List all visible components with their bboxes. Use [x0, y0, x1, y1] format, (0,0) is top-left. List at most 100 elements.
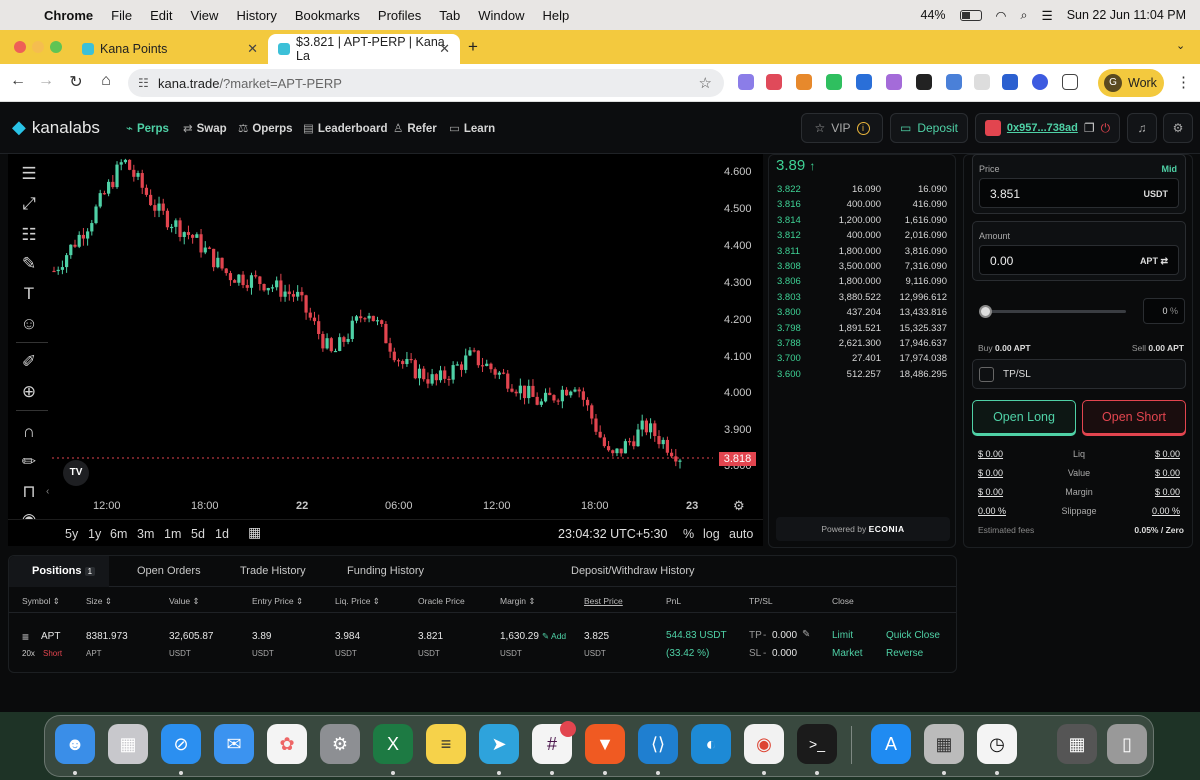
window-zoom-button[interactable] — [50, 41, 62, 53]
col-margin[interactable]: Margin ⇕ — [500, 596, 535, 607]
tpsl-checkbox[interactable] — [979, 367, 994, 382]
terminal-icon[interactable]: >_ — [797, 724, 837, 764]
extension-icon[interactable] — [886, 74, 902, 90]
wallet-address[interactable]: 0x957...738ad — [1007, 122, 1078, 134]
price-input[interactable]: 3.851 USDT — [979, 178, 1179, 208]
battery-icon[interactable] — [959, 9, 982, 21]
nav-leaderboard[interactable]: ▤ Leaderboard — [303, 121, 388, 135]
fib-tool-icon[interactable]: ☷ — [18, 225, 40, 245]
menu-file[interactable]: File — [111, 8, 132, 23]
amount-unit-toggle[interactable]: APT ⇄ — [1140, 256, 1168, 267]
amount-slider-thumb[interactable] — [979, 305, 992, 318]
nav-learn[interactable]: ▭ Learn — [449, 121, 495, 135]
mid-price-button[interactable]: Mid — [1162, 164, 1178, 174]
control-center-icon[interactable]: ☰ — [1041, 8, 1052, 23]
launchpad-icon[interactable]: ▦ — [108, 724, 148, 764]
menu-window[interactable]: Window — [478, 8, 524, 23]
col-symbol[interactable]: Symbol ⇕ — [22, 596, 60, 607]
auto-toggle[interactable]: auto — [729, 527, 753, 541]
amount-input[interactable]: 0.00 APT ⇄ — [979, 245, 1179, 275]
tab-trade-history[interactable]: Trade History — [240, 565, 306, 577]
metamask-extension-icon[interactable] — [796, 74, 812, 90]
window-minimize-button[interactable] — [32, 41, 44, 53]
percent-toggle[interactable]: % — [683, 527, 694, 541]
orderbook-row[interactable]: 3.788 2,621.300 17,946.637 — [769, 338, 957, 354]
app-store-icon[interactable]: A — [871, 724, 911, 764]
nav-perps[interactable]: ⌁ Perps — [126, 121, 169, 135]
menu-bookmarks[interactable]: Bookmarks — [295, 8, 360, 23]
close-market-button[interactable]: Market — [832, 648, 863, 659]
menu-view[interactable]: View — [190, 8, 218, 23]
wifi-icon[interactable]: ◠ — [996, 8, 1007, 23]
notes-icon[interactable]: ≡ — [426, 724, 466, 764]
crosshair-lines-icon[interactable]: ☰ — [18, 164, 40, 184]
trend-line-icon[interactable]: ⤢ — [18, 194, 40, 214]
orderbook-row[interactable]: 3.811 1,800.000 3,816.090 — [769, 246, 957, 262]
orderbook-row[interactable]: 3.816 400.000 416.090 — [769, 199, 957, 215]
extension-icon[interactable] — [826, 74, 842, 90]
bookmark-star-icon[interactable]: ☆ — [699, 74, 712, 92]
tpsl-toggle[interactable]: TP/SL — [972, 359, 1186, 389]
reload-icon[interactable]: ↻ — [66, 72, 86, 92]
orderbook-row[interactable]: 3.800 437.204 13,433.816 — [769, 307, 957, 323]
kanalabs-logo[interactable]: ◆ kanalabs — [12, 117, 100, 138]
orderbook-row[interactable]: 3.798 1,891.521 15,325.337 — [769, 323, 957, 339]
chart-settings-gear-icon[interactable]: ⚙ — [733, 498, 745, 514]
lock-pencil-icon[interactable]: ✏ — [18, 452, 40, 472]
range-1m[interactable]: 1m — [164, 527, 181, 541]
disconnect-power-icon[interactable]: ⏻ — [1101, 121, 1111, 136]
col-size[interactable]: Size ⇕ — [86, 596, 112, 607]
finder-icon[interactable]: ☻ — [55, 724, 95, 764]
zoom-in-icon[interactable]: ⊕ — [18, 382, 40, 402]
col-entry-price[interactable]: Entry Price ⇕ — [252, 596, 303, 607]
calculator-icon[interactable]: ▦ — [924, 724, 964, 764]
deposit-button[interactable]: ▭ Deposit — [890, 113, 968, 143]
open-short-button[interactable]: Open Short — [1082, 400, 1186, 434]
browser-tab-apt-perp[interactable]: $3.821 | APT-PERP | Kana La ✕ — [268, 34, 460, 64]
mail-icon[interactable]: ✉ — [214, 724, 254, 764]
trash-icon[interactable]: ▯ — [1107, 724, 1147, 764]
extension-icon[interactable] — [856, 74, 872, 90]
extension-icon[interactable] — [916, 74, 932, 90]
photos-icon[interactable]: ✿ — [267, 724, 307, 764]
safari-icon[interactable]: ⊘ — [161, 724, 201, 764]
notifications-bell-icon[interactable]: ♫ — [1127, 113, 1157, 143]
log-toggle[interactable]: log — [703, 527, 720, 541]
spotlight-icon[interactable]: ⌕ — [1020, 8, 1027, 23]
extension-icon[interactable] — [1032, 74, 1048, 90]
menu-tab[interactable]: Tab — [439, 8, 460, 23]
nav-operps[interactable]: ⚖ Operps — [238, 121, 293, 135]
brave-icon[interactable]: ▼ — [585, 724, 625, 764]
address-bar[interactable]: ☷ kana.trade/?market=APT-PERP ☆ — [128, 69, 724, 97]
orderbook-row[interactable]: 3.808 3,500.000 7,316.090 — [769, 261, 957, 277]
date-range-calendar-icon[interactable]: ▦ — [248, 524, 261, 541]
extensions-puzzle-icon[interactable] — [1062, 74, 1078, 90]
nav-swap[interactable]: ⇄ Swap — [183, 121, 227, 135]
tab-funding-history[interactable]: Funding History — [347, 565, 424, 577]
menu-help[interactable]: Help — [543, 8, 570, 23]
orderbook-row[interactable]: 3.812 400.000 2,016.090 — [769, 230, 957, 246]
telegram-icon[interactable]: ➤ — [479, 724, 519, 764]
slider-percent-input[interactable]: 0 % — [1143, 298, 1185, 324]
extension-icon[interactable] — [974, 74, 990, 90]
calculator-app-icon[interactable]: ▦ — [1057, 724, 1097, 764]
add-margin-button[interactable]: ✎ Add — [542, 631, 566, 642]
range-1d[interactable]: 1d — [215, 527, 229, 541]
range-6m[interactable]: 6m — [110, 527, 127, 541]
menu-history[interactable]: History — [236, 8, 276, 23]
tab-close-icon[interactable]: ✕ — [439, 41, 450, 57]
extension-icon[interactable] — [738, 74, 754, 90]
ruler-icon[interactable]: ✐ — [18, 352, 40, 372]
orderbook-row[interactable]: 3.600 512.257 18,486.295 — [769, 369, 957, 385]
emoji-icon[interactable]: ☺ — [18, 314, 40, 334]
col-liq-price[interactable]: Liq. Price ⇕ — [335, 596, 380, 607]
candlestick-chart[interactable] — [8, 154, 763, 519]
collapse-toolbar-chevron-icon[interactable]: ‹ — [46, 486, 49, 497]
range-5d[interactable]: 5d — [191, 527, 205, 541]
amount-slider-track[interactable] — [980, 310, 1126, 313]
orderbook-row[interactable]: 3.700 27.401 17,974.038 — [769, 353, 957, 369]
home-icon[interactable]: ⌂ — [96, 72, 116, 90]
orderbook-row[interactable]: 3.803 3,880.522 12,996.612 — [769, 292, 957, 308]
text-tool-icon[interactable]: T — [18, 284, 40, 304]
extension-icon[interactable] — [766, 74, 782, 90]
